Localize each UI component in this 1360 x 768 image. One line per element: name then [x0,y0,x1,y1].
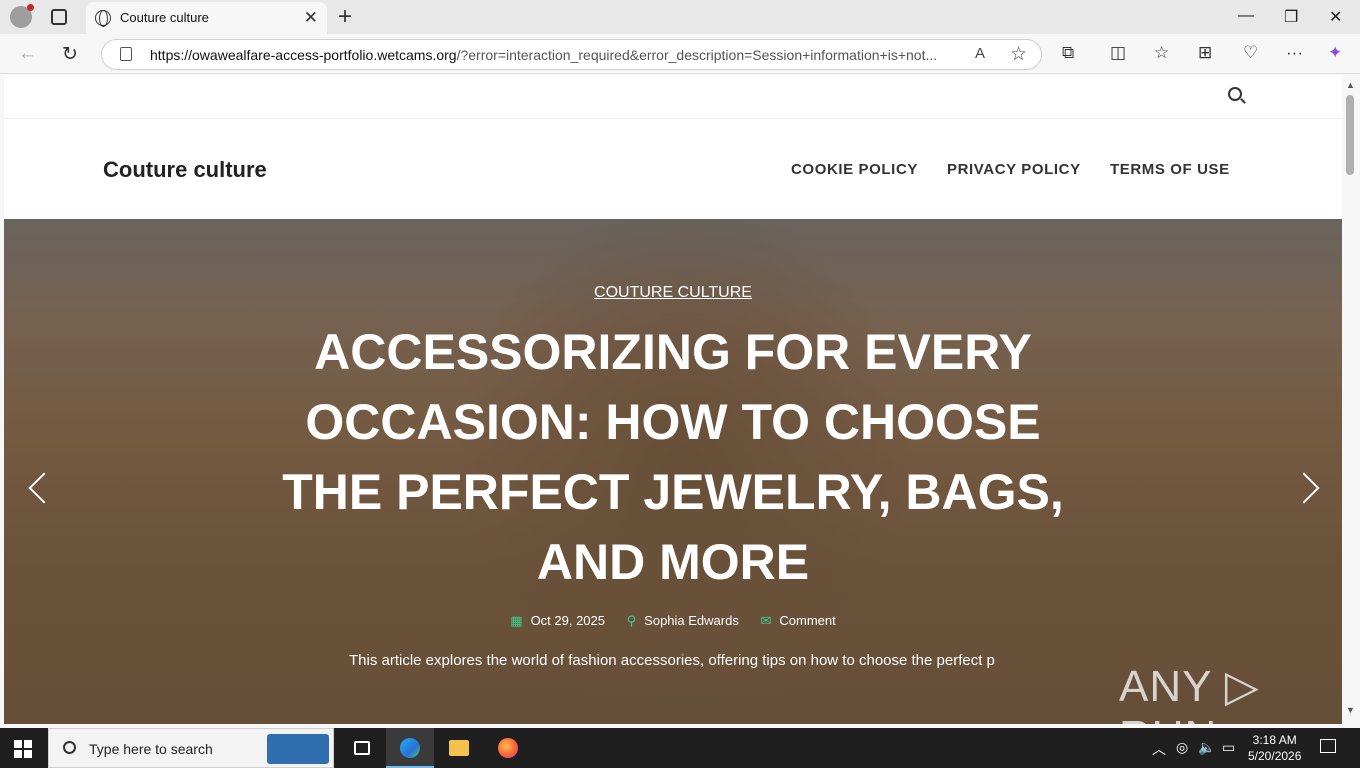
copilot-icon[interactable]: ✦ [1328,43,1342,63]
hero-slider: COUTURE CULTURE ACCESSORIZING FOR EVERY … [4,219,1342,724]
close-window-button[interactable]: ✕ [1329,7,1342,27]
post-date-text: Oct 29, 2025 [530,613,606,628]
url-path: /?error=interaction_required&error_descr… [456,47,938,63]
refresh-button[interactable]: ↻ [62,43,78,66]
favorite-star-icon[interactable]: ☆ [1010,43,1027,66]
post-comment-text: Comment [779,613,836,628]
address-bar[interactable]: https://owawealfare-access-portfolio.wet… [101,39,1042,70]
clock-date: 5/20/2026 [1248,749,1302,763]
post-date[interactable]: ▦ Oct 29, 2025 [510,613,605,628]
page-viewport: Couture culture COOKIE POLICY PRIVACY PO… [4,75,1342,724]
taskbar-search-box[interactable]: Type here to search [48,728,334,768]
taskbar-firefox[interactable] [484,728,532,768]
search-highlight-icon[interactable] [267,734,329,764]
windows-taskbar: Type here to search ︿ ◎ 🔈 ▭ 3:18 AM 5/20… [0,728,1360,768]
site-header: Couture culture COOKIE POLICY PRIVACY PO… [4,120,1342,219]
task-view-icon [354,741,370,755]
extensions-icon[interactable]: ⧉ [1062,43,1074,63]
meet-now-icon[interactable]: ◎ [1176,739,1188,756]
volume-icon[interactable]: 🔈 [1198,739,1215,756]
url-domain: https://owawealfare-access-portfolio.wet… [150,47,457,63]
back-button[interactable]: ← [18,43,37,65]
restore-button[interactable]: ❐ [1284,7,1298,27]
menu-item-cookie-policy[interactable]: COOKIE POLICY [791,161,918,178]
search-icon[interactable] [1228,87,1242,101]
scroll-down-icon[interactable]: ▼ [1346,705,1355,715]
taskbar-file-explorer[interactable] [435,728,483,768]
page-scrollbar[interactable]: ▲ ▼ [1342,75,1360,724]
scrollbar-thumb[interactable] [1346,95,1354,175]
tab-active[interactable]: Couture culture ✕ [86,2,327,34]
tab-strip: Couture culture ✕ + — ❐ ✕ [0,0,1360,34]
menu-item-privacy-policy[interactable]: PRIVACY POLICY [947,161,1081,178]
globe-icon [95,10,111,27]
browser-window: Couture culture ✕ + — ❐ ✕ ← ↻ https://ow… [0,0,1360,728]
hero-excerpt: This article explores the world of fashi… [349,652,995,669]
tab-actions-icon[interactable] [51,9,67,25]
tray-overflow-icon[interactable]: ︿ [1152,739,1166,759]
lock-icon[interactable] [120,47,132,61]
navigation-bar: ← ↻ https://owawealfare-access-portfolio… [0,34,1360,74]
scroll-up-icon[interactable]: ▲ [1346,80,1355,90]
task-view-button[interactable] [338,728,386,768]
collections-icon[interactable]: ⊞ [1198,43,1212,63]
network-icon[interactable]: ▭ [1222,739,1235,756]
tab-close-button[interactable]: ✕ [304,8,318,28]
folder-icon [449,740,469,756]
new-tab-button[interactable]: + [338,3,352,31]
taskbar-edge[interactable] [386,728,434,768]
performance-icon[interactable]: ♡ [1243,43,1258,63]
edge-icon [400,738,420,758]
tab-title: Couture culture [120,10,209,25]
anyrun-watermark: ANY ▷ RUN [1119,662,1260,724]
menu-item-terms-of-use[interactable]: TERMS OF USE [1110,161,1230,178]
minimize-button[interactable]: — [1238,7,1254,25]
site-topbar [4,75,1342,119]
firefox-icon [498,738,518,758]
favorites-icon[interactable]: ☆ [1154,43,1169,63]
post-comment[interactable]: ✉ Comment [760,613,835,628]
search-icon [63,741,76,754]
taskbar-search-placeholder: Type here to search [89,741,213,757]
calendar-icon: ▦ [510,613,523,628]
post-author-text: Sophia Edwards [644,613,739,628]
clock-time: 3:18 AM [1252,733,1297,747]
url-text[interactable]: https://owawealfare-access-portfolio.wet… [150,47,950,63]
user-icon: ⚲ [626,613,637,628]
hero-headline[interactable]: ACCESSORIZING FOR EVERY OCCASION: HOW TO… [264,317,1082,597]
profile-avatar-icon[interactable] [10,4,34,28]
hero-meta: ▦ Oct 29, 2025 ⚲ Sophia Edwards ✉ Comment [4,613,1342,629]
windows-start-icon[interactable] [14,740,32,758]
notifications-icon[interactable] [1320,739,1336,753]
split-screen-icon[interactable]: ◫ [1110,43,1126,63]
site-title[interactable]: Couture culture [103,157,267,183]
hero-category-link[interactable]: COUTURE CULTURE [4,284,1342,302]
taskbar-clock[interactable]: 3:18 AM 5/20/2026 [1248,732,1301,764]
comment-icon: ✉ [760,613,772,628]
read-aloud-icon[interactable]: A [975,45,985,62]
post-author[interactable]: ⚲ Sophia Edwards [627,613,739,628]
more-icon[interactable]: ··· [1286,43,1303,63]
